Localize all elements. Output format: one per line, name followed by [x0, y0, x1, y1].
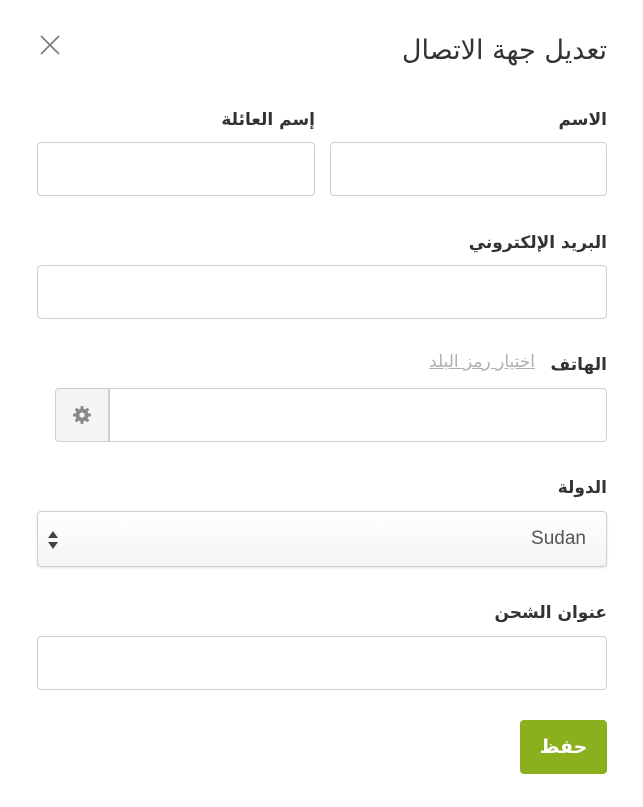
last-name-label: إسم العائلة — [221, 110, 315, 130]
dialog-title: تعديل جهة الاتصال — [401, 35, 607, 66]
country-select[interactable]: Sudan — [37, 511, 607, 567]
email-input[interactable] — [37, 265, 607, 319]
phone-settings-button[interactable] — [55, 388, 109, 442]
shipping-address-label: عنوان الشحن — [494, 603, 607, 623]
edit-contact-dialog: تعديل جهة الاتصال الاسم إسم العائلة البر… — [0, 0, 643, 807]
last-name-input[interactable] — [37, 142, 315, 196]
first-name-label: الاسم — [558, 110, 607, 130]
gear-icon — [73, 406, 91, 424]
save-button[interactable]: حفظ — [520, 720, 607, 774]
choose-country-code-link[interactable]: اختيار رمز البلد — [429, 352, 535, 372]
country-label: الدولة — [557, 478, 607, 498]
phone-input[interactable] — [109, 388, 607, 442]
shipping-address-input[interactable] — [37, 636, 607, 690]
country-selected-value: Sudan — [531, 528, 586, 549]
close-icon[interactable] — [38, 33, 62, 57]
phone-label: الهاتف — [550, 355, 607, 375]
select-arrows-icon — [48, 531, 58, 549]
first-name-input[interactable] — [330, 142, 607, 196]
email-label: البريد الإلكتروني — [468, 233, 607, 253]
